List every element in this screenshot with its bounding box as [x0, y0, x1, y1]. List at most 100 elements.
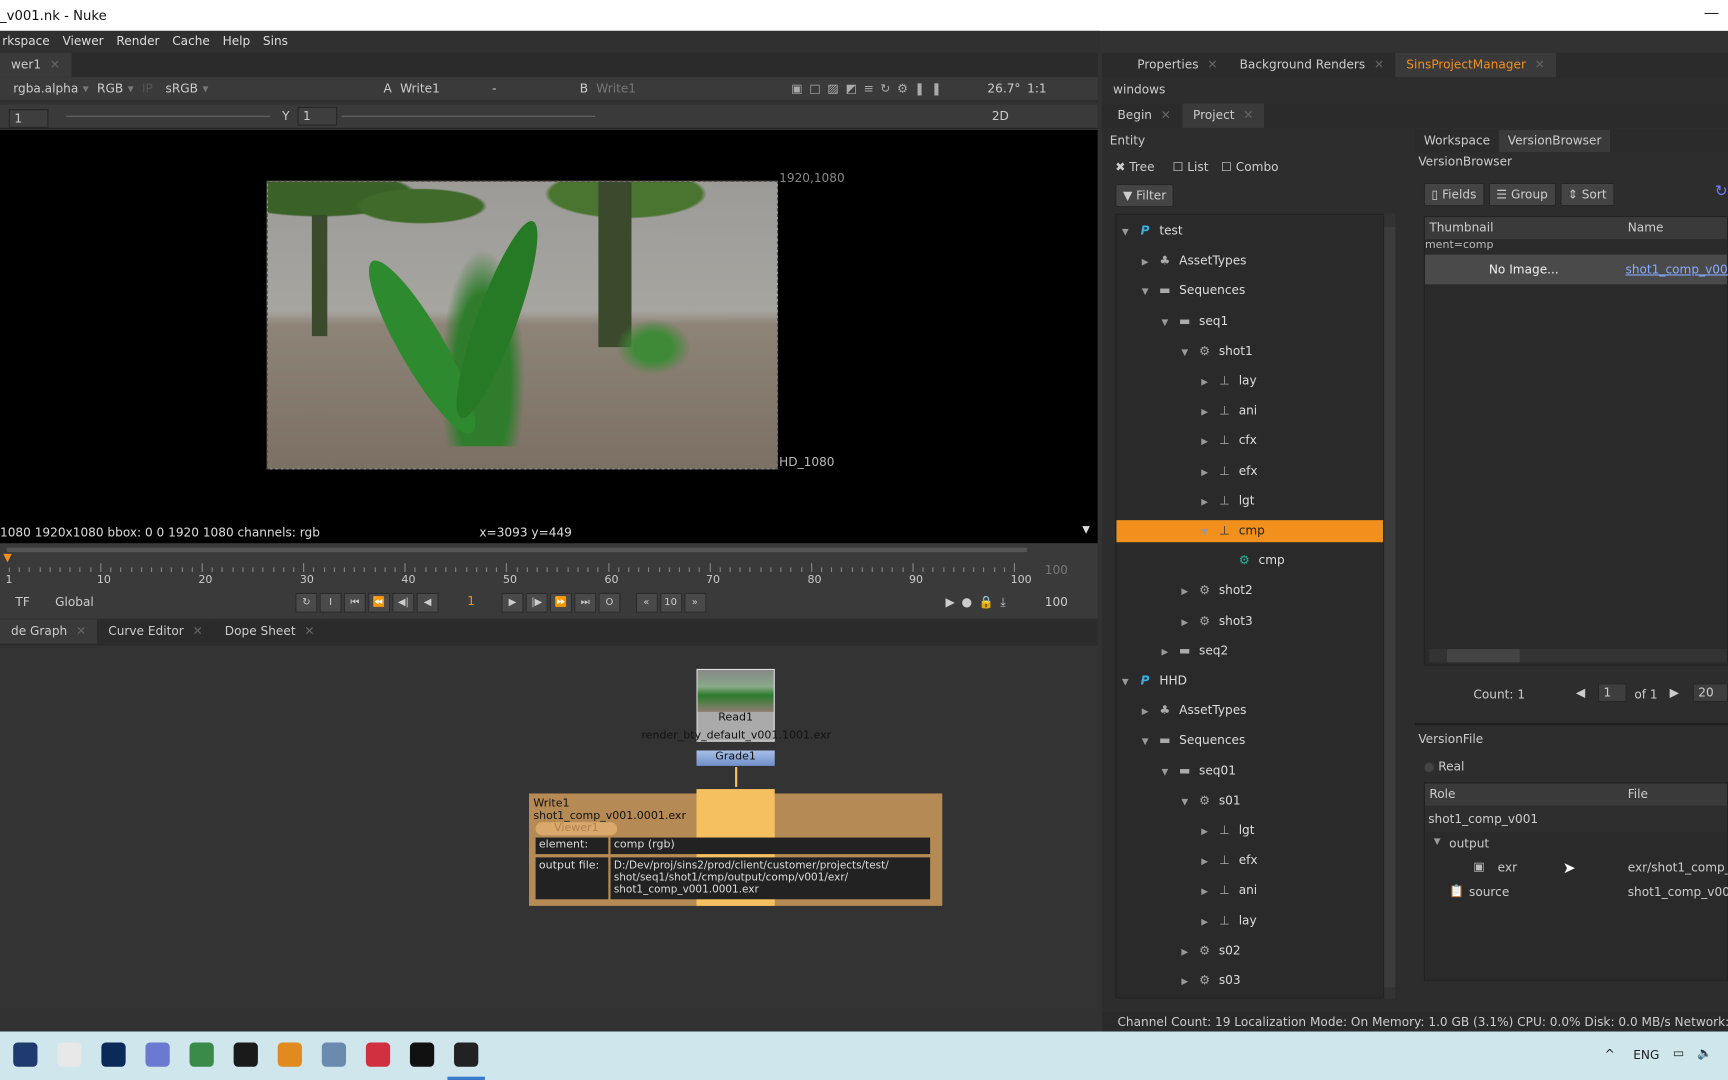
collapsed-arrow-icon[interactable]: ▶	[1201, 377, 1214, 387]
collapsed-arrow-icon[interactable]: ▶	[1201, 886, 1214, 896]
group-button[interactable]: ☰ Group	[1488, 182, 1556, 207]
gamma-slider[interactable]	[341, 115, 596, 117]
last-frame-button[interactable]: ⏭	[574, 592, 597, 613]
tab-project[interactable]: Project ✕	[1181, 103, 1265, 128]
tree-item[interactable]: ▼ ⚙ shot1	[1116, 340, 1383, 362]
close-icon[interactable]: ✕	[1161, 108, 1171, 122]
loop-icon[interactable]: ↻	[295, 592, 318, 613]
tree-item[interactable]: ▶ ⊥ ani	[1116, 880, 1383, 902]
tf-dropdown[interactable]: TF	[15, 595, 29, 609]
name-link[interactable]: shot1_comp_v001	[1626, 262, 1728, 276]
taskbar-app-netease[interactable]	[365, 1042, 391, 1067]
tree-item[interactable]: ▶ ⚙ s03	[1116, 970, 1383, 992]
tree-item[interactable]: ▶ ⊥ cfx	[1116, 430, 1383, 452]
gamma-input[interactable]: 1	[297, 106, 338, 126]
menu-help[interactable]: Help	[220, 31, 256, 48]
real-radio[interactable]: ● Real	[1424, 759, 1465, 773]
tree-item[interactable]: ▶ ♣ AssetTypes	[1116, 250, 1383, 272]
tab-begin[interactable]: Begin ✕	[1106, 103, 1182, 128]
vf-row-source[interactable]: 📋 source shot1_comp_v001	[1425, 881, 1728, 905]
minimize-icon[interactable]: —	[1704, 4, 1719, 22]
taskbar-app-notes[interactable]	[145, 1042, 170, 1067]
close-icon[interactable]: ✕	[1535, 57, 1545, 71]
tree-item[interactable]: ▼ ⊥ cmp	[1116, 520, 1384, 543]
a-input-dropdown[interactable]: Write1	[396, 82, 473, 96]
expanded-arrow-icon[interactable]: ▼	[1181, 347, 1194, 357]
expanded-arrow-icon[interactable]: ▼	[1181, 797, 1194, 807]
collapsed-arrow-icon[interactable]: ▶	[1162, 647, 1175, 657]
page-input[interactable]: 1	[1597, 683, 1627, 702]
collapsed-arrow-icon[interactable]: ▶	[1181, 617, 1194, 627]
list-radio[interactable]: ☐ List	[1173, 160, 1209, 174]
entity-tree[interactable]: ▼ Ptest ▶ ♣ AssetTypes ▼ ▬ Sequences ▼ ▬ seq1 ▼ ⚙ sho…	[1115, 213, 1385, 999]
horizontal-scrollbar[interactable]	[1429, 649, 1727, 663]
tree-item[interactable]: ▶ ⚙ shot3	[1116, 610, 1383, 632]
tray-chevron-icon[interactable]: ^	[1605, 1047, 1615, 1061]
next-key-button[interactable]: ⏩	[549, 592, 572, 613]
skip-forward-button[interactable]: »	[683, 592, 706, 613]
network-icon[interactable]: ▭	[1673, 1046, 1684, 1060]
tree-item[interactable]: ▶ ⚙ shot2	[1116, 580, 1383, 602]
taskbar-app-chrome[interactable]	[57, 1042, 82, 1067]
playhead-marker[interactable]: ▼	[3, 552, 11, 564]
taskbar-app-pycharm[interactable]	[233, 1042, 258, 1067]
tree-item[interactable]: ▼ ⚙ s01	[1116, 790, 1383, 812]
tab-version-browser[interactable]: VersionBrowser	[1498, 130, 1611, 153]
info-dropdown-icon[interactable]: ▼	[1082, 525, 1090, 536]
collapsed-arrow-icon[interactable]: ▶	[1201, 437, 1214, 447]
expanded-arrow-icon[interactable]: ▼	[1162, 767, 1175, 777]
refresh-icon[interactable]: ↻	[1715, 183, 1728, 201]
close-icon[interactable]: ✕	[50, 57, 60, 71]
taskbar-app-nuke[interactable]	[454, 1042, 479, 1067]
tree-item[interactable]: ▶ ⊥ ani	[1116, 400, 1383, 422]
menu-workspace[interactable]: rkspace	[0, 31, 56, 48]
column-file[interactable]: File	[1628, 787, 1648, 801]
taskbar-app-ps[interactable]	[101, 1042, 126, 1067]
tree-scrollbar[interactable]	[1384, 213, 1396, 999]
collapsed-arrow-icon[interactable]: ▶	[1201, 916, 1214, 926]
collapsed-arrow-icon[interactable]: ▶	[1201, 497, 1214, 507]
per-page-input[interactable]: 20	[1692, 683, 1728, 702]
tree-item[interactable]: ▼ P HHD	[1116, 670, 1383, 692]
expanded-arrow-icon[interactable]: ▼	[1122, 677, 1135, 687]
range-dropdown[interactable]: Global	[55, 595, 94, 609]
close-icon[interactable]: ✕	[1374, 57, 1384, 71]
collapsed-arrow-icon[interactable]: ▶	[1181, 587, 1194, 597]
timeline-scrollbar[interactable]	[6, 547, 1028, 553]
tree-item[interactable]: ▶ ⊥ lgt	[1116, 490, 1383, 512]
tree-item[interactable]: ▶ ⊥ efx	[1116, 460, 1383, 482]
taskbar-app-files[interactable]	[13, 1042, 38, 1067]
tree-item[interactable]: ▶ ⊥ lgt	[1116, 820, 1383, 842]
viewer-canvas[interactable]: 1920,1080 HD_1080	[0, 130, 1098, 524]
channels-dropdown[interactable]: rgba.alpha	[9, 82, 83, 96]
close-icon[interactable]: ✕	[193, 624, 203, 638]
tree-item[interactable]: ▼ ▬ Sequences	[1116, 280, 1383, 302]
timeline-ruler[interactable]: 1 10 20 30 40 50 60 70 80 90 100 ▼	[0, 552, 1036, 592]
combo-radio[interactable]: ☐ Combo	[1221, 160, 1279, 174]
play-forward-button[interactable]: ▶	[501, 592, 524, 613]
end-frame-input[interactable]: 100	[1045, 595, 1068, 609]
operation-dropdown[interactable]: -	[488, 82, 576, 96]
column-thumbnail[interactable]: Thumbnail	[1429, 220, 1493, 234]
in-point-button[interactable]: I	[319, 592, 342, 613]
ip-button[interactable]: IP	[138, 82, 158, 96]
tab-properties[interactable]: Properties ✕	[1126, 52, 1229, 78]
tree-item[interactable]: ▶ ♣ AssetTypes	[1116, 700, 1383, 722]
taskbar-app-sublime[interactable]	[277, 1042, 302, 1067]
tree-item[interactable]: ▶ ▬ seq2	[1116, 640, 1383, 662]
taskbar-app-terminal[interactable]	[409, 1042, 435, 1067]
collapsed-arrow-icon[interactable]: ▶	[1201, 856, 1214, 866]
b-input-dropdown[interactable]: Write1	[592, 82, 641, 96]
node-graph[interactable]: Read1 render_bty_default_v001.1001.exr G…	[0, 645, 1098, 1010]
menu-viewer[interactable]: Viewer	[60, 31, 110, 48]
column-role[interactable]: Role	[1429, 787, 1455, 801]
zoom-level[interactable]: 26.7°	[987, 82, 1020, 96]
tab-viewer1[interactable]: wer1 ✕	[0, 52, 72, 78]
tree-item[interactable]: ▼ ▬ Sequences	[1116, 730, 1383, 752]
skip-back-button[interactable]: «	[635, 592, 658, 613]
first-frame-button[interactable]: ⏮	[343, 592, 366, 613]
tab-curve-editor[interactable]: Curve Editor ✕	[97, 619, 214, 644]
table-row[interactable]: No Image... shot1_comp_v001	[1424, 254, 1728, 285]
tab-workspace[interactable]: Workspace	[1415, 130, 1499, 153]
collapsed-arrow-icon[interactable]: ▶	[1201, 827, 1214, 837]
